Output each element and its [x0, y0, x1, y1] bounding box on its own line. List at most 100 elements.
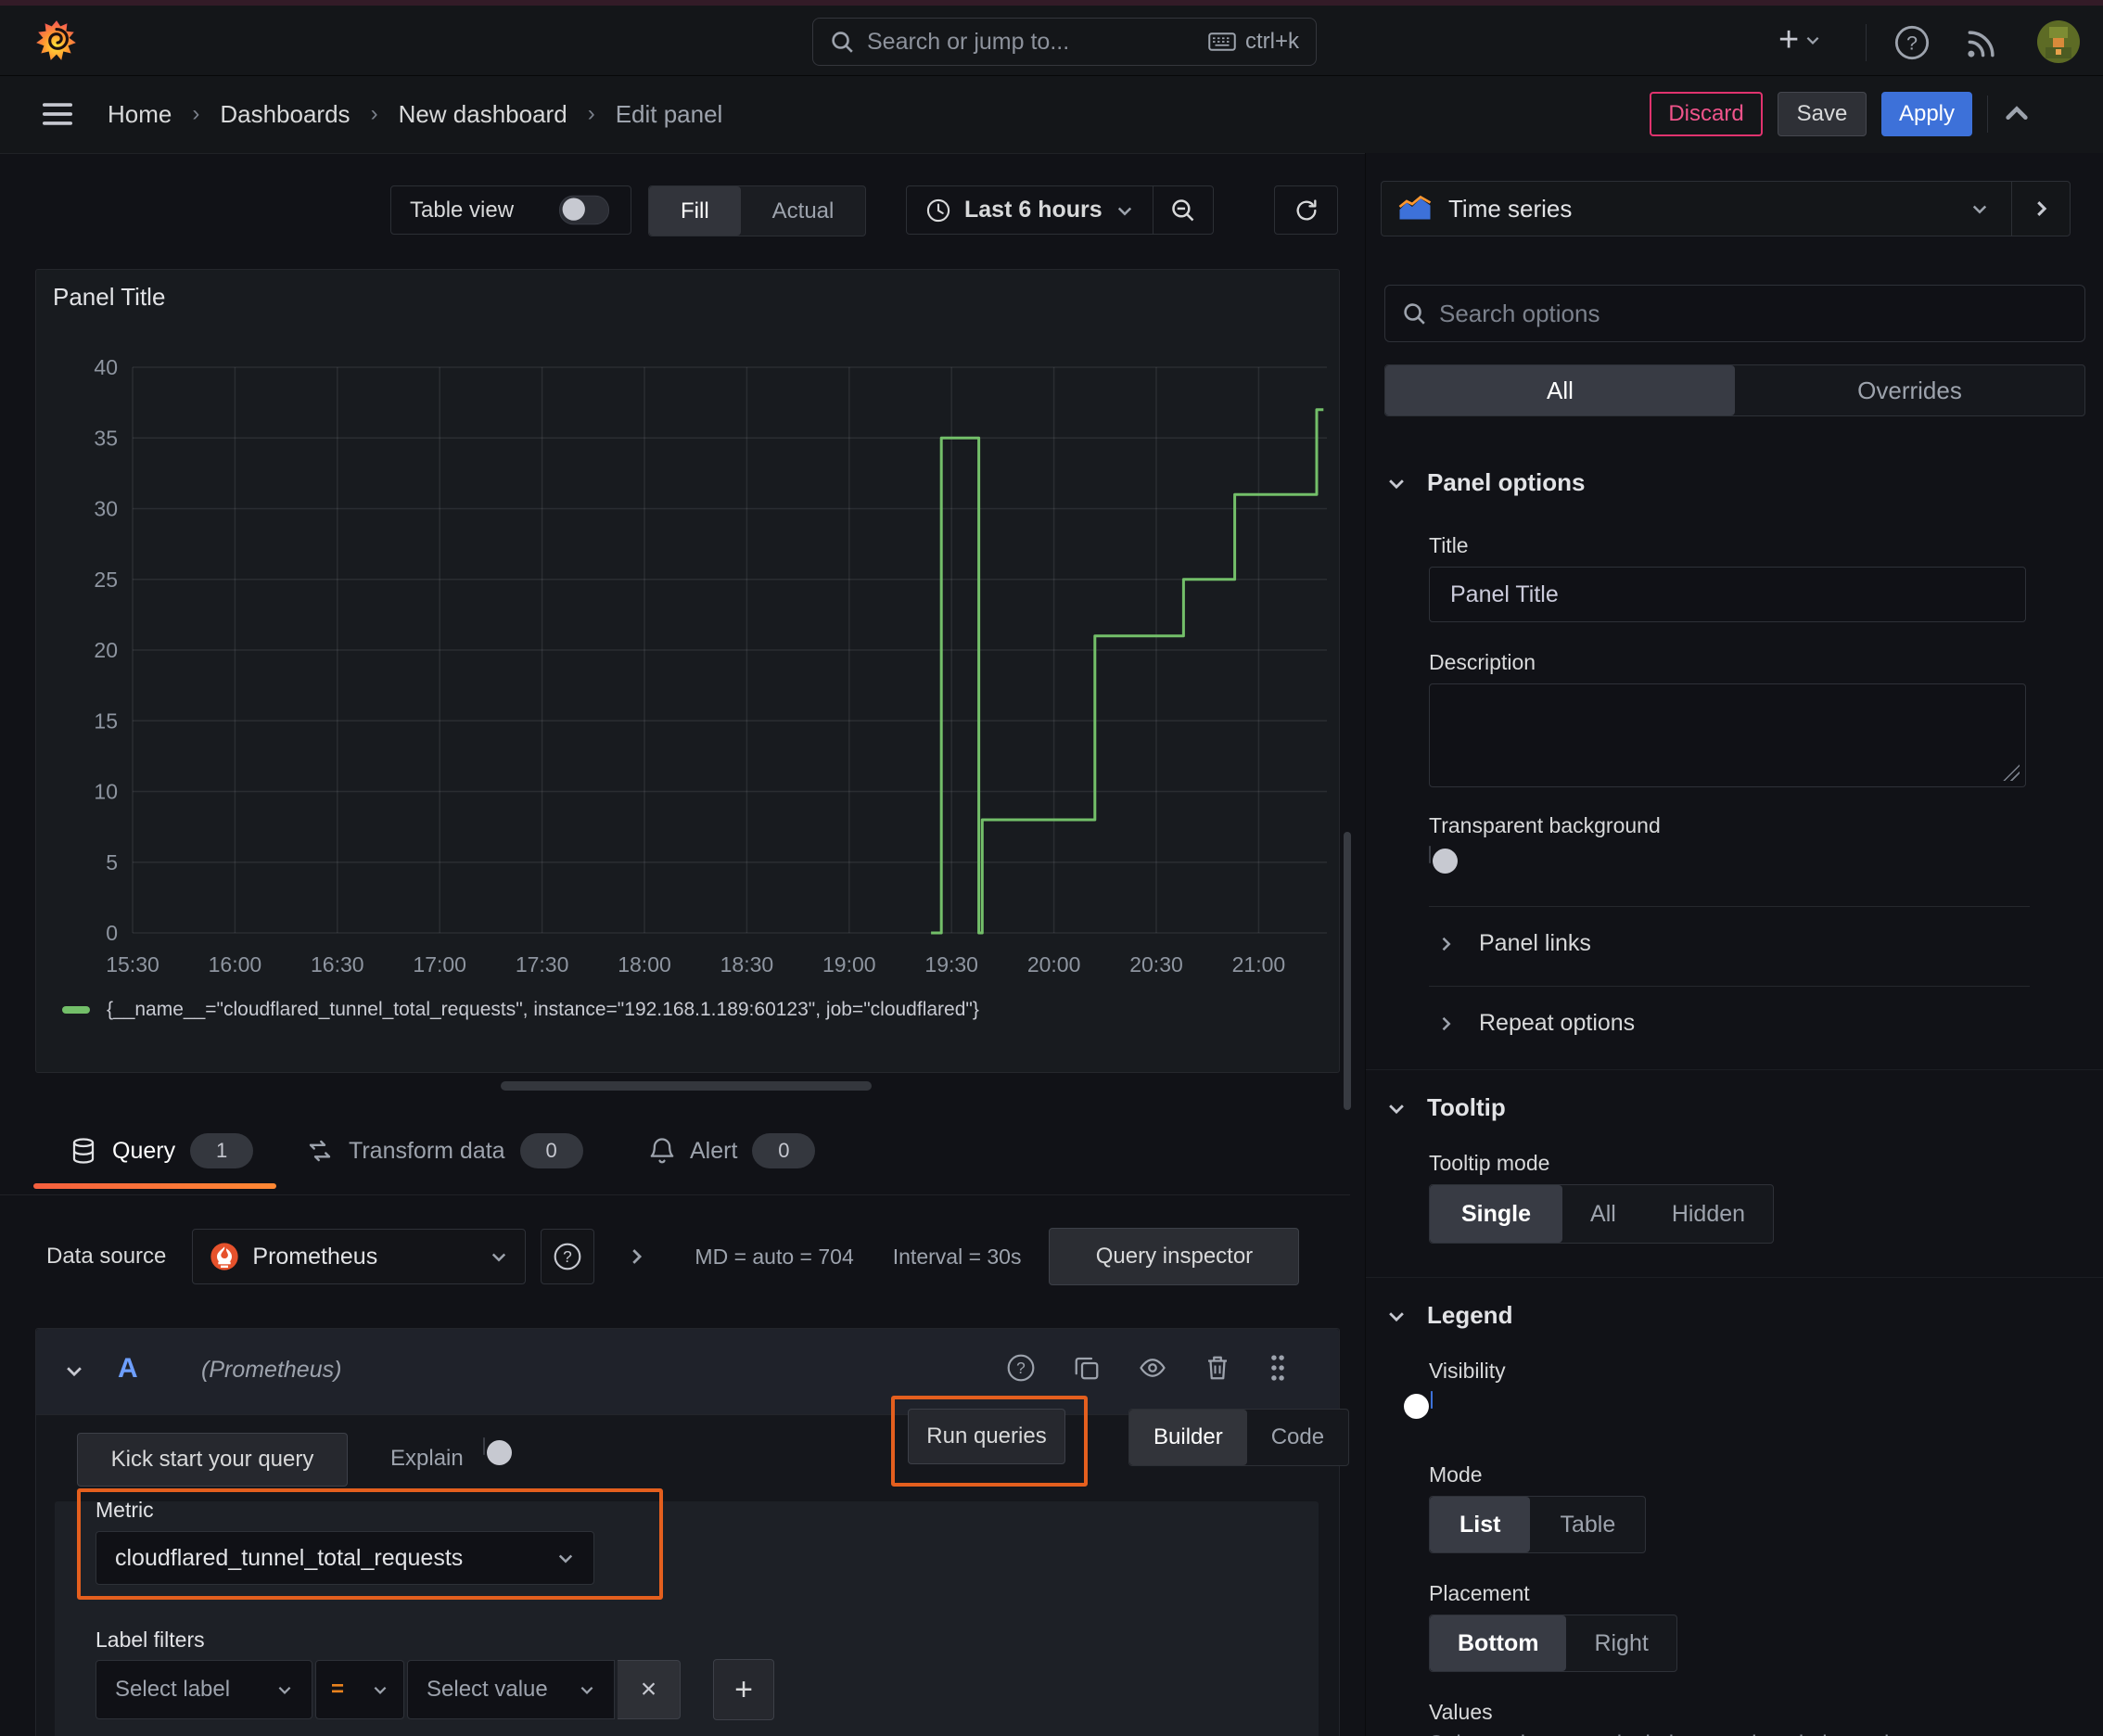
toggle-visibility-eye-icon[interactable]: [1138, 1354, 1167, 1382]
builder-code-segmented: Builder Code: [1128, 1409, 1350, 1466]
discard-button[interactable]: Discard: [1650, 92, 1763, 136]
grafana-logo-icon[interactable]: [33, 18, 80, 69]
help-icon[interactable]: ?: [1893, 24, 1931, 61]
breadcrumb-new-dashboard[interactable]: New dashboard: [399, 100, 567, 129]
chevron-right-icon: [2037, 201, 2047, 216]
query-row-header[interactable]: A (Prometheus) ?: [36, 1329, 1339, 1415]
search-options-input[interactable]: Search options: [1384, 285, 2085, 342]
builder-option[interactable]: Builder: [1129, 1410, 1247, 1465]
legend-mode-table[interactable]: Table: [1530, 1497, 1645, 1552]
tab-transform-count: 0: [519, 1133, 583, 1168]
remove-filter-button[interactable]: ×: [618, 1660, 681, 1719]
panel-options-header[interactable]: Panel options: [1386, 468, 1585, 497]
metric-select[interactable]: cloudflared_tunnel_total_requests: [96, 1531, 594, 1585]
time-range-label: Last 6 hours: [964, 197, 1102, 223]
drag-handle-grip-icon[interactable]: [1268, 1354, 1288, 1382]
chevron-down-icon: [558, 1554, 573, 1564]
refresh-icon: [1296, 198, 1316, 221]
select-value-dropdown[interactable]: Select value: [407, 1660, 615, 1719]
resize-drag-handle[interactable]: [501, 1081, 872, 1091]
tooltip-mode-label: Tooltip mode: [1429, 1151, 1550, 1175]
table-view-label: Table view: [410, 197, 515, 223]
tab-overrides[interactable]: Overrides: [1735, 365, 2084, 415]
kick-start-query-button[interactable]: Kick start your query: [77, 1433, 348, 1487]
legend-placement-right[interactable]: Right: [1566, 1615, 1676, 1671]
legend-placement-bottom[interactable]: Bottom: [1430, 1615, 1567, 1671]
apply-button[interactable]: Apply: [1881, 92, 1972, 136]
add-filter-button[interactable]: +: [713, 1659, 774, 1720]
tooltip-mode-hidden[interactable]: Hidden: [1644, 1185, 1773, 1243]
tab-transform-data[interactable]: Transform data 0: [306, 1133, 583, 1168]
actual-option[interactable]: Actual: [741, 186, 866, 236]
label-filters-label: Label filters: [96, 1628, 205, 1652]
select-label-dropdown[interactable]: Select label: [96, 1660, 312, 1719]
chevron-down-icon: [374, 1686, 387, 1694]
legend-series-label[interactable]: {__name__="cloudflared_tunnel_total_requ…: [107, 999, 979, 1021]
new-menu-button[interactable]: +: [1778, 22, 1821, 57]
breadcrumb-dashboards[interactable]: Dashboards: [220, 100, 350, 129]
tooltip-header[interactable]: Tooltip: [1386, 1093, 1506, 1122]
breadcrumb-home[interactable]: Home: [108, 100, 172, 129]
panel-title[interactable]: Panel Title: [53, 283, 165, 312]
collapse-query-chevron-icon[interactable]: [64, 1360, 84, 1381]
tab-query[interactable]: Query 1: [70, 1133, 254, 1168]
expand-options-chevron-icon[interactable]: [626, 1246, 646, 1267]
refresh-button[interactable]: [1274, 185, 1338, 235]
table-view-toggle[interactable]: [559, 195, 609, 225]
query-inspector-button[interactable]: Query inspector: [1049, 1228, 1300, 1285]
panel-title-input[interactable]: [1429, 567, 2026, 622]
datasource-picker[interactable]: Prometheus: [192, 1229, 527, 1284]
collapse-pane-button[interactable]: [2012, 182, 2070, 236]
transparent-background-toggle[interactable]: [1429, 846, 1431, 863]
select-label-placeholder: Select label: [115, 1677, 231, 1702]
legend-header[interactable]: Legend: [1386, 1301, 1512, 1330]
delete-query-trash-icon[interactable]: [1204, 1354, 1230, 1382]
query-ref-id[interactable]: A: [118, 1353, 138, 1385]
visualization-picker[interactable]: Time series: [1381, 181, 2071, 236]
tab-all[interactable]: All: [1385, 365, 1735, 415]
textarea-resize-handle[interactable]: [2003, 764, 2020, 781]
code-option[interactable]: Code: [1247, 1410, 1348, 1465]
menu-hamburger-icon[interactable]: [42, 100, 73, 128]
tooltip-mode-all[interactable]: All: [1562, 1185, 1644, 1243]
svg-text:15:30: 15:30: [106, 952, 159, 976]
run-queries-button[interactable]: Run queries: [908, 1409, 1065, 1464]
global-search-box[interactable]: Search or jump to... ctrl+k: [812, 18, 1317, 66]
duplicate-query-icon[interactable]: [1073, 1354, 1101, 1382]
tooltip-mode-single[interactable]: Single: [1430, 1185, 1563, 1243]
time-range-picker[interactable]: Last 6 hours: [907, 186, 1153, 234]
fill-option[interactable]: Fill: [649, 186, 741, 236]
operator-dropdown[interactable]: =: [315, 1660, 404, 1719]
panel-options-pane: Time series Search options All Overrides…: [1365, 153, 2103, 1736]
zoom-out-icon: [1171, 198, 1194, 221]
panel-links-label: Panel links: [1479, 930, 1591, 956]
query-help-icon[interactable]: ?: [1006, 1353, 1036, 1383]
repeat-options-section[interactable]: Repeat options: [1436, 1010, 1635, 1037]
section-divider: [1366, 1277, 2103, 1278]
explain-toggle[interactable]: [483, 1437, 485, 1455]
chart-legend: {__name__="cloudflared_tunnel_total_requ…: [62, 999, 979, 1021]
collapse-header-icon[interactable]: [2003, 100, 2031, 128]
legend-swatch[interactable]: [62, 1006, 90, 1014]
label-filter-row: Select label = Select value × +: [96, 1659, 774, 1720]
news-rss-icon[interactable]: [1964, 26, 1999, 61]
datasource-help-button[interactable]: ?: [541, 1229, 595, 1284]
panel-links-section[interactable]: Panel links: [1436, 930, 1591, 957]
svg-text:0: 0: [106, 921, 118, 945]
vertical-scrollbar[interactable]: [1344, 832, 1351, 1110]
search-icon: [830, 30, 854, 54]
svg-text:16:00: 16:00: [209, 952, 262, 976]
legend-mode-list[interactable]: List: [1430, 1497, 1531, 1552]
svg-text:30: 30: [94, 497, 118, 521]
description-textarea[interactable]: [1429, 683, 2026, 787]
time-series-chart[interactable]: 0 5 10 15 20 25 30 35 40 15:30 16:00 16:30 17:00 17:3…: [40, 326, 1336, 998]
svg-text:18:00: 18:00: [618, 952, 671, 976]
breadcrumb: Home › Dashboards › New dashboard › Edit…: [108, 76, 722, 152]
save-button[interactable]: Save: [1778, 92, 1867, 136]
svg-text:40: 40: [94, 355, 118, 379]
zoom-out-button[interactable]: [1153, 186, 1213, 234]
tab-alert-label: Alert: [690, 1137, 738, 1164]
user-avatar[interactable]: [2036, 19, 2081, 69]
legend-visibility-toggle[interactable]: [1431, 1391, 1433, 1409]
tab-alert[interactable]: Alert 0: [649, 1133, 816, 1168]
